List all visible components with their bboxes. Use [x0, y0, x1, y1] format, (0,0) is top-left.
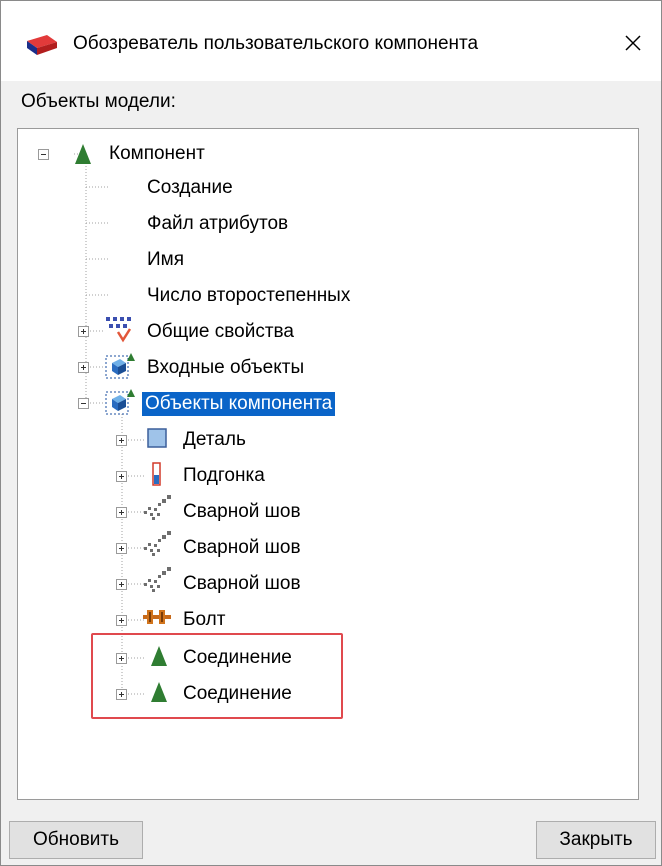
tree-node-general-properties[interactable]: Общие свойства — [144, 317, 297, 347]
tree-node-component-objects[interactable]: Объекты компонента — [142, 389, 336, 419]
component-objects-icon — [105, 389, 135, 415]
expand-weld-3-toggle[interactable] — [116, 579, 127, 590]
tree-node-fitting[interactable]: Подгонка — [180, 461, 268, 491]
bolt-icon — [143, 610, 171, 624]
tree-node-weld[interactable]: Сварной шов — [180, 497, 304, 527]
highlight-box — [91, 633, 343, 719]
expand-weld-1-toggle[interactable] — [116, 507, 127, 518]
tree-node-label: Файл атрибутов — [147, 213, 289, 234]
expand-bolt-toggle[interactable] — [116, 615, 127, 626]
tree-node-label: Сварной шов — [183, 501, 301, 522]
tree-node-attributes-file[interactable]: Файл атрибутов — [144, 209, 291, 239]
green-cone-icon — [75, 144, 91, 164]
model-objects-label: Объекты модели: — [21, 91, 176, 112]
tree-node-label: Общие свойства — [147, 321, 294, 342]
tree-node-secondary-count[interactable]: Число второстепенных — [144, 281, 353, 311]
expand-part-toggle[interactable] — [116, 435, 127, 446]
weld-icon — [144, 495, 171, 520]
tree-node-label: Подгонка — [183, 465, 265, 486]
tree-node-label: Создание — [147, 177, 233, 198]
collapse-component-objects-toggle[interactable] — [78, 398, 89, 409]
tree-node-part[interactable]: Деталь — [180, 425, 249, 455]
tree-node-bolt[interactable]: Болт — [180, 605, 228, 635]
window-title: Обозреватель пользовательского компонент… — [73, 33, 479, 54]
input-objects-icon — [105, 353, 135, 379]
close-button[interactable]: Закрыть — [536, 821, 656, 859]
expand-general-properties-toggle[interactable] — [78, 326, 89, 337]
refresh-button[interactable]: Обновить — [9, 821, 143, 859]
close-icon[interactable] — [613, 23, 653, 63]
title-bar: Обозреватель пользовательского компонент… — [1, 1, 661, 81]
collapse-root-toggle[interactable] — [38, 149, 49, 160]
tree-node-label: Имя — [147, 249, 185, 270]
tree-node-label: Объекты компонента — [142, 392, 336, 416]
tree-node-label: Деталь — [183, 429, 246, 450]
tree-node-label: Компонент — [109, 143, 205, 164]
tree-node-label: Число второстепенных — [147, 285, 351, 306]
expand-input-objects-toggle[interactable] — [78, 362, 89, 373]
tree-node-weld[interactable]: Сварной шов — [180, 569, 304, 599]
red-component-icon — [27, 35, 57, 55]
fitting-icon — [152, 462, 161, 486]
expand-fitting-toggle[interactable] — [116, 471, 127, 482]
tree-node-label: Болт — [183, 609, 226, 630]
tree-node-component[interactable]: Компонент — [106, 139, 208, 169]
tree-node-label: Сварной шов — [183, 537, 301, 558]
component-browser-dialog: Обозреватель пользовательского компонент… — [0, 0, 662, 866]
tree-node-weld[interactable]: Сварной шов — [180, 533, 304, 563]
expand-weld-2-toggle[interactable] — [116, 543, 127, 554]
part-icon — [147, 428, 167, 448]
weld-icon — [144, 531, 171, 556]
tree-node-input-objects[interactable]: Входные объекты — [144, 353, 307, 383]
tree-node-label: Сварной шов — [183, 573, 301, 594]
weld-icon — [144, 567, 171, 592]
tree-node-label: Входные объекты — [147, 357, 305, 378]
tree-node-name[interactable]: Имя — [144, 245, 187, 275]
tree-node-creation[interactable]: Создание — [144, 173, 236, 203]
properties-icon — [106, 317, 132, 343]
